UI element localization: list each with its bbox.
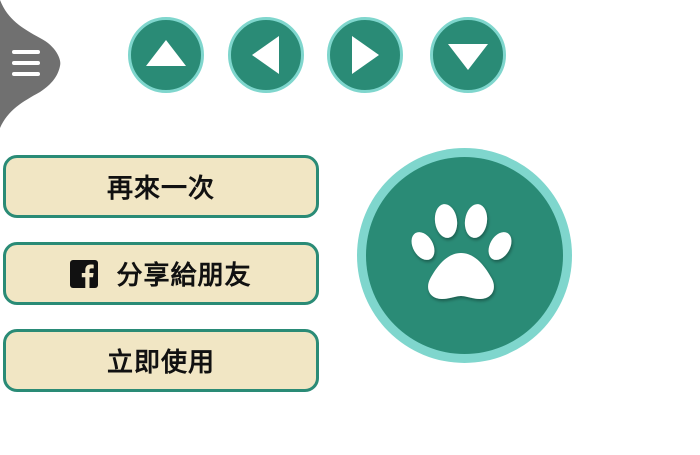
share-button[interactable]: 分享給朋友 <box>3 242 319 305</box>
arrow-down-button[interactable] <box>430 17 506 93</box>
arrow-right-icon <box>352 36 379 74</box>
menu-tab-shape <box>0 0 61 128</box>
arrow-left-icon <box>252 36 279 74</box>
app-screen: 再來一次 分享給朋友 立即使用 <box>0 0 700 455</box>
paw-button[interactable] <box>357 148 572 363</box>
share-button-label: 分享給朋友 <box>116 261 252 291</box>
paw-button-inner <box>366 157 563 354</box>
retry-button-label: 再來一次 <box>106 174 215 204</box>
arrow-up-button[interactable] <box>128 17 204 93</box>
hamburger-icon <box>12 50 40 76</box>
arrow-down-icon <box>448 44 488 70</box>
facebook-icon <box>70 259 99 288</box>
menu-tab[interactable] <box>0 0 62 130</box>
arrow-left-button[interactable] <box>228 17 304 93</box>
use-now-button[interactable]: 立即使用 <box>3 329 319 392</box>
arrow-right-button[interactable] <box>327 17 403 93</box>
use-now-button-label: 立即使用 <box>106 348 215 378</box>
paw-icon <box>411 203 511 299</box>
retry-button[interactable]: 再來一次 <box>3 155 319 218</box>
arrow-up-icon <box>146 40 186 66</box>
